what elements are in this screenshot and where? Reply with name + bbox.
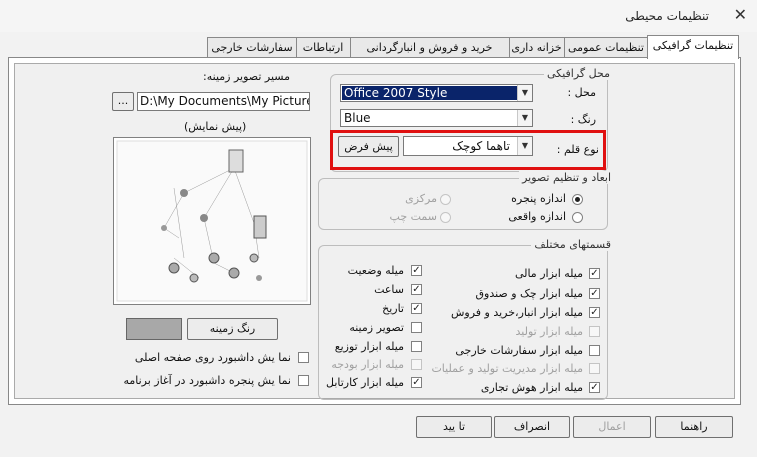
radio-center[interactable] <box>440 194 451 205</box>
section-label: میله ابزار مدیریت تولید و عملیات <box>431 362 583 375</box>
radio-center-label: مرکزی <box>405 192 437 205</box>
location-select[interactable]: Office 2007 Style ▼ <box>340 84 533 102</box>
show-dashboard-startup-label: نما یش پنجره داشبورد در آغاز برنامه <box>123 374 291 387</box>
section-label: میله ابزار تولید <box>515 325 584 338</box>
location-select-value: Office 2007 Style <box>344 86 448 100</box>
radio-left-label: سمت چپ <box>389 210 437 223</box>
tab-communications[interactable]: ارتباطات <box>295 37 351 58</box>
section-checkbox[interactable] <box>589 326 600 337</box>
radio-window-size-label: اندازه پنجره <box>511 192 566 205</box>
color-select[interactable]: Blue ▼ <box>340 109 533 127</box>
show-dashboard-main-label: نما یش داشبورد روی صفحه اصلی <box>134 351 291 364</box>
radio-actual-size[interactable] <box>572 212 583 223</box>
wallpaper-preview <box>113 137 311 305</box>
background-color-button[interactable]: رنگ زمینه <box>187 318 278 340</box>
section-checkbox[interactable] <box>411 359 422 370</box>
preview-label: (پیش نمایش) <box>184 120 247 133</box>
tab-treasury[interactable]: خزانه داری <box>508 37 565 58</box>
section-checkbox[interactable]: ✓ <box>411 265 422 276</box>
chevron-down-icon[interactable]: ▼ <box>517 85 532 101</box>
section-checkbox[interactable]: ✓ <box>589 268 600 279</box>
wallpaper-path-input[interactable]: D:\My Documents\My Pictures\I <box>137 92 310 111</box>
image-settings-legend: ابعاد و تنظیم تصویر <box>519 171 614 184</box>
option-checkbox[interactable] <box>298 375 309 386</box>
section-checkbox[interactable]: ✓ <box>589 382 600 393</box>
tab-graphics-settings[interactable]: تنظیمات گرافیکی <box>647 35 739 59</box>
ok-button[interactable]: تا یید <box>416 416 492 438</box>
section-checkbox[interactable]: ✓ <box>411 377 422 388</box>
section-label: میله ابزار سفارشات خارجی <box>455 344 583 357</box>
section-checkbox[interactable]: ✓ <box>411 284 422 295</box>
section-label: تاریخ <box>382 302 404 315</box>
help-button[interactable]: راهنما <box>655 416 733 438</box>
font-label: نوع قلم : <box>556 143 599 156</box>
section-checkbox[interactable]: ✓ <box>411 303 422 314</box>
radio-left[interactable] <box>440 212 451 223</box>
section-checkbox[interactable]: ✓ <box>589 307 600 318</box>
graphics-group-legend: محل گرافیکی <box>543 67 613 80</box>
section-checkbox[interactable] <box>589 345 600 356</box>
section-label: ساعت <box>374 283 404 296</box>
radio-actual-size-label: اندازه واقعی <box>508 210 566 223</box>
section-checkbox[interactable] <box>411 341 422 352</box>
window-title: تنظیمات محیطی <box>625 9 709 23</box>
cancel-button[interactable]: انصراف <box>494 416 570 438</box>
chevron-down-icon[interactable]: ▼ <box>517 137 532 155</box>
option-checkbox[interactable] <box>298 352 309 363</box>
tab-general-settings[interactable]: تنظیمات عمومی <box>563 37 649 58</box>
section-checkbox[interactable] <box>589 363 600 374</box>
section-label: میله ابزار هوش تجاری <box>480 381 583 394</box>
section-checkbox[interactable]: ✓ <box>589 288 600 299</box>
section-label: میله ابزار مالی <box>514 267 583 280</box>
section-label: میله ابزار توزیع <box>334 340 404 353</box>
radio-window-size[interactable] <box>572 194 583 205</box>
section-label: تصویر زمینه <box>349 321 404 334</box>
font-select[interactable]: تاهما کوچک ▼ <box>403 136 533 156</box>
section-checkbox[interactable] <box>411 322 422 333</box>
apply-button[interactable]: اعمال <box>573 416 651 438</box>
font-select-value: تاهما کوچک <box>452 139 510 153</box>
tab-purchase-sales-inventory[interactable]: خرید و فروش و انبارگردانی <box>349 37 510 58</box>
section-label: میله ابزار چک و صندوق <box>475 287 583 300</box>
color-label: رنگ : <box>570 113 596 126</box>
preview-image-icon <box>116 140 308 302</box>
browse-button[interactable]: ... <box>112 92 134 111</box>
background-color-swatch[interactable] <box>126 318 182 340</box>
section-label: میله وضعیت <box>347 264 404 277</box>
sections-legend: قسمتهای مختلف <box>531 238 614 251</box>
default-font-button[interactable]: پیش فرض <box>338 136 399 157</box>
tab-foreign-orders[interactable]: سفارشات خارجی <box>207 37 297 58</box>
close-icon[interactable]: ✕ <box>734 5 747 25</box>
section-label: میله ابزار کارتابل <box>325 376 404 389</box>
wallpaper-path-label: مسیر تصویر زمینه: <box>203 70 290 83</box>
color-select-value: Blue <box>344 111 371 125</box>
chevron-down-icon[interactable]: ▼ <box>517 110 532 126</box>
location-label: محل : <box>567 86 596 99</box>
section-label: میله ابزار بودجه <box>331 358 404 371</box>
section-label: میله ابزار انبار،خرید و فروش <box>450 306 583 319</box>
